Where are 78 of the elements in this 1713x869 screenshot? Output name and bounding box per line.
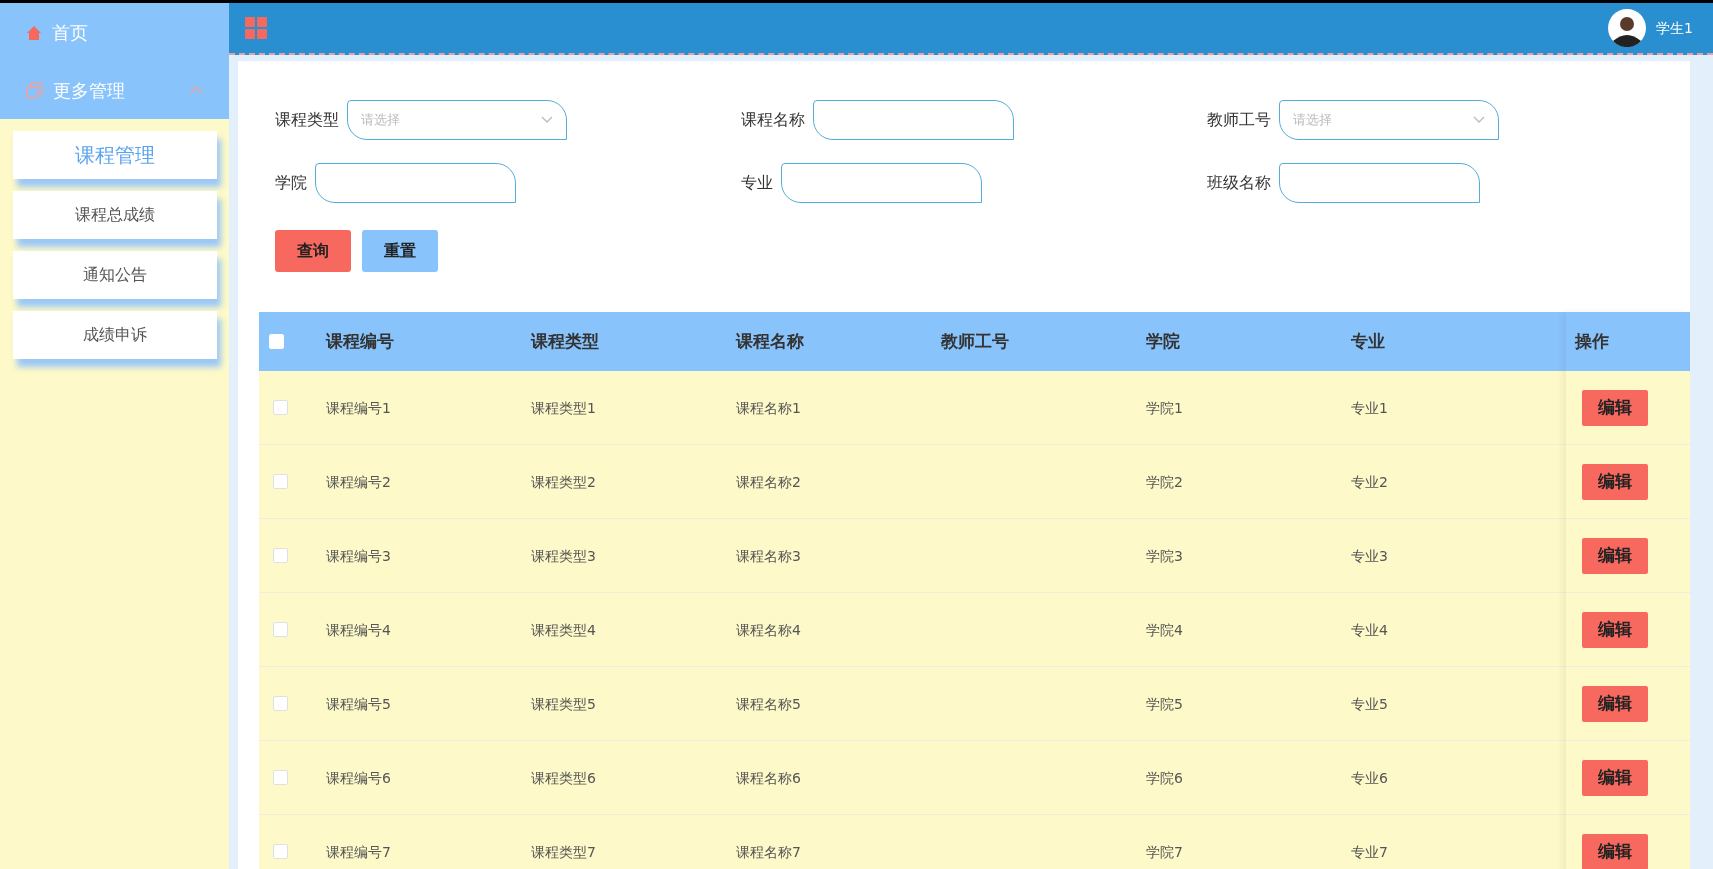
column-header: 专业 [1351,330,1385,351]
checkbox[interactable] [273,844,288,859]
table-cell: 专业7 [1351,843,1388,860]
avatar-icon[interactable] [1608,9,1647,47]
table-cell: 课程名称2 [736,473,801,490]
menu-item[interactable]: 课程总成绩 [13,191,217,239]
table-cell: 课程编号4 [326,621,391,638]
table-cell: 课程类型5 [531,695,596,712]
table-cell: 课程名称5 [736,695,801,712]
home-icon [26,24,42,41]
table-cell: 课程名称7 [736,843,801,860]
table-cell: 课程编号5 [326,695,391,712]
table-cell: 学院4 [1146,621,1183,638]
edit-button[interactable]: 编辑 [1582,537,1648,574]
table-cell: 课程名称4 [736,621,801,638]
checkbox[interactable] [273,696,288,711]
table-cell: 课程编号7 [326,843,391,860]
table-cell: 专业6 [1351,769,1388,786]
checkbox[interactable] [273,474,288,489]
input-field[interactable] [1279,163,1480,203]
table-cell: 课程编号1 [326,399,391,416]
field-label: 学院 [275,172,307,194]
column-header: 教师工号 [941,330,1009,351]
input-field[interactable] [315,163,516,203]
menu-item[interactable]: 通知公告 [13,251,217,299]
table-cell: 专业2 [1351,473,1388,490]
checkbox[interactable] [273,400,288,415]
table-cell: 学院7 [1146,843,1183,860]
user-name: 学生1 [1656,18,1693,38]
reset-button[interactable]: 重置 [362,230,438,272]
edit-button[interactable]: 编辑 [1582,833,1648,869]
table-cell: 学院2 [1146,473,1183,490]
search-button[interactable]: 查询 [275,230,351,272]
table-cell: 课程类型6 [531,769,596,786]
column-header: 课程编号 [326,330,394,351]
edit-button[interactable]: 编辑 [1582,759,1648,796]
edit-button[interactable]: 编辑 [1582,389,1648,426]
edit-button[interactable]: 编辑 [1582,611,1648,648]
table-cell: 专业1 [1351,399,1388,416]
table-cell: 课程编号2 [326,473,391,490]
checkbox[interactable] [273,548,288,563]
table-cell: 专业5 [1351,695,1388,712]
edit-button[interactable]: 编辑 [1582,463,1648,500]
column-header: 学院 [1146,330,1180,351]
table-cell: 专业4 [1351,621,1388,638]
copy-icon [26,81,43,99]
table-cell: 学院3 [1146,547,1183,564]
column-header: 操作 [1575,329,1609,353]
chevron-icon [1473,116,1485,124]
table-cell: 课程名称6 [736,769,801,786]
table-cell: 课程类型3 [531,547,596,564]
table-cell: 课程类型4 [531,621,596,638]
table-cell: 课程类型7 [531,843,596,860]
table-cell: 学院5 [1146,695,1183,712]
input-field[interactable] [813,100,1014,140]
table-cell: 课程类型2 [531,473,596,490]
field-label: 教师工号 [1207,109,1271,131]
table-cell: 课程类型1 [531,399,596,416]
field-label: 课程名称 [741,109,805,131]
table-cell: 课程名称1 [736,399,801,416]
table-cell: 课程编号6 [326,769,391,786]
edit-button[interactable]: 编辑 [1582,685,1648,722]
column-header: 课程名称 [736,330,804,351]
checkbox[interactable] [273,770,288,785]
input-field[interactable] [781,163,982,203]
grid-icon[interactable] [245,17,267,39]
checkbox[interactable] [273,622,288,637]
field-label: 专业 [741,172,773,194]
table-cell: 学院1 [1146,399,1183,416]
table-cell: 学院6 [1146,769,1183,786]
table-cell: 专业3 [1351,547,1388,564]
field-label: 班级名称 [1207,172,1271,194]
table-cell: 课程名称3 [736,547,801,564]
table-cell: 课程编号3 [326,547,391,564]
column-header: 课程类型 [531,330,599,351]
chevron-icon [541,116,553,124]
menu-item[interactable]: 成绩申诉 [13,311,217,359]
field-label: 课程类型 [275,109,339,131]
